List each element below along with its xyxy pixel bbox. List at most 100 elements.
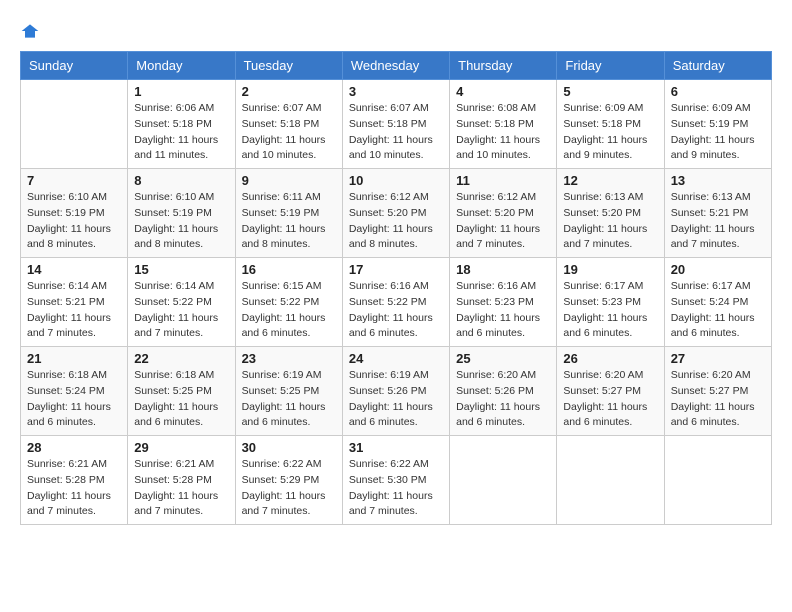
day-cell: 8Sunrise: 6:10 AMSunset: 5:19 PMDaylight… [128,169,235,258]
day-number: 13 [671,173,765,188]
day-info: Sunrise: 6:13 AMSunset: 5:20 PMDaylight:… [563,190,657,253]
day-info: Sunrise: 6:21 AMSunset: 5:28 PMDaylight:… [27,457,121,520]
day-cell: 7 Sunrise: 6:10 AMSunset: 5:19 PMDaylight… [21,169,128,258]
day-cell [21,80,128,169]
day-number: 20 [671,262,765,277]
header-row: SundayMondayTuesdayWednesdayThursdayFrid… [21,52,772,80]
day-cell: 6 Sunrise: 6:09 AMSunset: 5:19 PMDaylight… [664,80,771,169]
day-info: Sunrise: 6:18 AMSunset: 5:24 PMDaylight:… [27,368,121,431]
day-cell: 23 Sunrise: 6:19 AMSunset: 5:25 PMDayligh… [235,347,342,436]
week-row-4: 28 Sunrise: 6:21 AMSunset: 5:28 PMDayligh… [21,436,772,525]
week-row-2: 14Sunrise: 6:14 AMSunset: 5:21 PMDayligh… [21,258,772,347]
day-info: Sunrise: 6:17 AMSunset: 5:24 PMDaylight:… [671,279,765,342]
day-number: 2 [242,84,336,99]
day-info: Sunrise: 6:20 AMSunset: 5:26 PMDaylight:… [456,368,550,431]
day-header-wednesday: Wednesday [342,52,449,80]
day-cell: 1 Sunrise: 6:06 AMSunset: 5:18 PMDaylight… [128,80,235,169]
day-number: 3 [349,84,443,99]
day-number: 19 [563,262,657,277]
day-number: 25 [456,351,550,366]
day-cell: 27Sunrise: 6:20 AMSunset: 5:27 PMDayligh… [664,347,771,436]
day-number: 18 [456,262,550,277]
day-info: Sunrise: 6:09 AMSunset: 5:19 PMDaylight:… [671,101,765,164]
day-number: 16 [242,262,336,277]
day-number: 8 [134,173,228,188]
day-info: Sunrise: 6:16 AMSunset: 5:22 PMDaylight:… [349,279,443,342]
day-number: 11 [456,173,550,188]
day-cell: 13 Sunrise: 6:13 AMSunset: 5:21 PMDayligh… [664,169,771,258]
day-cell: 25 Sunrise: 6:20 AMSunset: 5:26 PMDayligh… [450,347,557,436]
day-number: 28 [27,440,121,455]
day-info: Sunrise: 6:07 AMSunset: 5:18 PMDaylight:… [349,101,443,164]
day-cell: 26 Sunrise: 6:20 AMSunset: 5:27 PMDayligh… [557,347,664,436]
day-cell: 9 Sunrise: 6:11 AMSunset: 5:19 PMDaylight… [235,169,342,258]
day-info: Sunrise: 6:22 AMSunset: 5:29 PMDaylight:… [242,457,336,520]
day-cell [450,436,557,525]
day-info: Sunrise: 6:18 AMSunset: 5:25 PMDaylight:… [134,368,228,431]
day-cell: 28 Sunrise: 6:21 AMSunset: 5:28 PMDayligh… [21,436,128,525]
day-cell: 4 Sunrise: 6:08 AMSunset: 5:18 PMDaylight… [450,80,557,169]
day-number: 15 [134,262,228,277]
day-number: 7 [27,173,121,188]
day-info: Sunrise: 6:15 AMSunset: 5:22 PMDaylight:… [242,279,336,342]
day-header-friday: Friday [557,52,664,80]
day-number: 9 [242,173,336,188]
day-cell: 19 Sunrise: 6:17 AMSunset: 5:23 PMDayligh… [557,258,664,347]
week-row-0: 1 Sunrise: 6:06 AMSunset: 5:18 PMDaylight… [21,80,772,169]
day-number: 30 [242,440,336,455]
day-cell: 3 Sunrise: 6:07 AMSunset: 5:18 PMDaylight… [342,80,449,169]
day-info: Sunrise: 6:12 AMSunset: 5:20 PMDaylight:… [456,190,550,253]
day-header-saturday: Saturday [664,52,771,80]
day-cell: 5 Sunrise: 6:09 AMSunset: 5:18 PMDaylight… [557,80,664,169]
day-cell: 31 Sunrise: 6:22 AMSunset: 5:30 PMDayligh… [342,436,449,525]
day-cell: 21Sunrise: 6:18 AMSunset: 5:24 PMDayligh… [21,347,128,436]
day-number: 1 [134,84,228,99]
day-cell: 14Sunrise: 6:14 AMSunset: 5:21 PMDayligh… [21,258,128,347]
day-info: Sunrise: 6:11 AMSunset: 5:19 PMDaylight:… [242,190,336,253]
day-info: Sunrise: 6:19 AMSunset: 5:25 PMDaylight:… [242,368,336,431]
day-cell [557,436,664,525]
day-info: Sunrise: 6:20 AMSunset: 5:27 PMDaylight:… [563,368,657,431]
day-cell: 20 Sunrise: 6:17 AMSunset: 5:24 PMDayligh… [664,258,771,347]
day-cell: 24Sunrise: 6:19 AMSunset: 5:26 PMDayligh… [342,347,449,436]
day-number: 6 [671,84,765,99]
day-number: 17 [349,262,443,277]
day-header-monday: Monday [128,52,235,80]
day-info: Sunrise: 6:08 AMSunset: 5:18 PMDaylight:… [456,101,550,164]
day-info: Sunrise: 6:21 AMSunset: 5:28 PMDaylight:… [134,457,228,520]
day-info: Sunrise: 6:13 AMSunset: 5:21 PMDaylight:… [671,190,765,253]
day-number: 5 [563,84,657,99]
day-cell: 18 Sunrise: 6:16 AMSunset: 5:23 PMDayligh… [450,258,557,347]
day-number: 31 [349,440,443,455]
day-info: Sunrise: 6:12 AMSunset: 5:20 PMDaylight:… [349,190,443,253]
day-number: 22 [134,351,228,366]
day-cell: 17 Sunrise: 6:16 AMSunset: 5:22 PMDayligh… [342,258,449,347]
day-number: 26 [563,351,657,366]
day-number: 14 [27,262,121,277]
day-cell: 11 Sunrise: 6:12 AMSunset: 5:20 PMDayligh… [450,169,557,258]
day-number: 4 [456,84,550,99]
day-info: Sunrise: 6:17 AMSunset: 5:23 PMDaylight:… [563,279,657,342]
day-cell [664,436,771,525]
day-cell: 12Sunrise: 6:13 AMSunset: 5:20 PMDayligh… [557,169,664,258]
day-cell: 16 Sunrise: 6:15 AMSunset: 5:22 PMDayligh… [235,258,342,347]
logo-icon [20,21,40,41]
day-header-sunday: Sunday [21,52,128,80]
header [20,20,772,41]
day-info: Sunrise: 6:22 AMSunset: 5:30 PMDaylight:… [349,457,443,520]
day-header-thursday: Thursday [450,52,557,80]
week-row-1: 7 Sunrise: 6:10 AMSunset: 5:19 PMDaylight… [21,169,772,258]
day-info: Sunrise: 6:16 AMSunset: 5:23 PMDaylight:… [456,279,550,342]
day-info: Sunrise: 6:09 AMSunset: 5:18 PMDaylight:… [563,101,657,164]
day-info: Sunrise: 6:14 AMSunset: 5:22 PMDaylight:… [134,279,228,342]
day-cell: 10 Sunrise: 6:12 AMSunset: 5:20 PMDayligh… [342,169,449,258]
day-cell: 15 Sunrise: 6:14 AMSunset: 5:22 PMDayligh… [128,258,235,347]
day-info: Sunrise: 6:06 AMSunset: 5:18 PMDaylight:… [134,101,228,164]
calendar: SundayMondayTuesdayWednesdayThursdayFrid… [20,51,772,525]
day-info: Sunrise: 6:10 AMSunset: 5:19 PMDaylight:… [27,190,121,253]
day-info: Sunrise: 6:19 AMSunset: 5:26 PMDaylight:… [349,368,443,431]
day-number: 23 [242,351,336,366]
day-number: 27 [671,351,765,366]
day-number: 29 [134,440,228,455]
day-number: 10 [349,173,443,188]
